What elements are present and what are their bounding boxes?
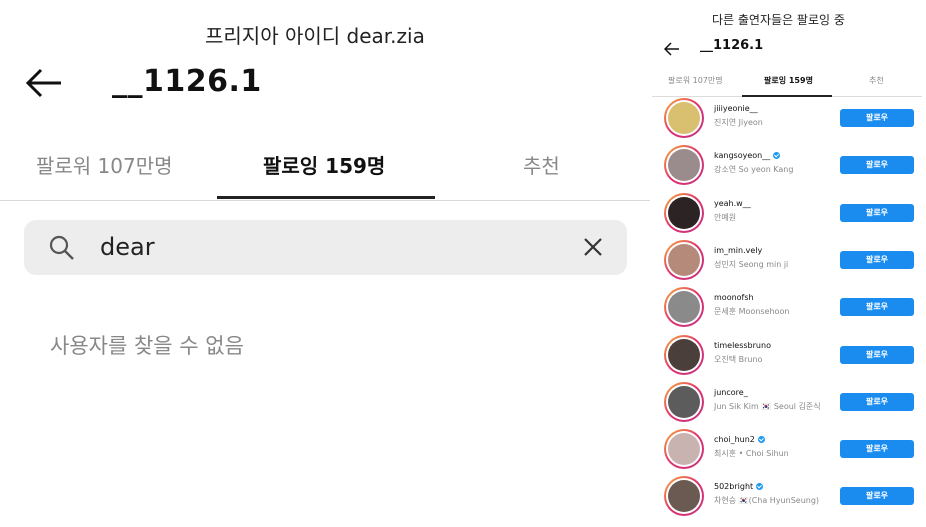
follow-button[interactable]: 팔로우 [840,345,914,364]
display-name: 성민지 Seong min ji [714,259,789,269]
verified-badge-icon [773,152,781,160]
display-name: 안예원 [714,212,737,222]
display-name: Jun Sik Kim 🇰🇷 Seoul 김준식 [714,401,821,411]
list-item[interactable]: juncore_ Jun Sik Kim 🇰🇷 Seoul 김준식 팔로우 [652,380,926,427]
display-name: 강소연 So yeon Kang [714,165,794,175]
search-input[interactable]: dear [100,233,155,261]
search-bar[interactable]: dear [24,220,627,275]
username[interactable]: yeah.w__ [714,199,751,208]
username[interactable]: 502bright [714,482,764,491]
display-name: 문세훈 Moonsehoon [714,307,790,317]
username[interactable]: choi_hun2 [714,435,765,444]
username[interactable]: kangsoyeon__ [714,151,781,160]
avatar[interactable] [664,381,704,422]
tab-followers[interactable]: 팔로워 107만명 [668,75,723,86]
follow-button[interactable]: 팔로우 [840,487,914,506]
no-results-message: 사용자를 찾을 수 없음 [50,334,244,358]
tab-following[interactable]: 팔로잉 159명 [263,150,385,179]
username[interactable]: timelessbruno [714,341,771,350]
search-icon [48,234,76,262]
list-item[interactable]: im_min.vely 성민지 Seong min ji 팔로우 [652,238,926,285]
list-item[interactable]: yeah.w__ 안예원 팔로우 [652,191,926,238]
left-caption: 프리지아 아이디 dear.zia [205,24,425,48]
follow-button[interactable]: 팔로우 [840,250,914,269]
display-name: 진지연 Jiyeon [714,118,763,127]
username[interactable]: jiiiyeonie__ [714,104,758,113]
avatar[interactable] [664,239,704,280]
list-item[interactable]: jiiiyeonie__ 진지연 Jiyeon 팔로우 [652,96,926,143]
follow-button[interactable]: 팔로우 [840,203,914,222]
back-arrow-icon[interactable] [663,41,680,56]
verified-badge-icon [757,436,765,444]
list-item[interactable]: 502bright 차현승 🇰🇷(Cha HyunSeung) 팔로우 [652,474,926,521]
username[interactable]: juncore_ [714,388,748,397]
follow-button[interactable]: 팔로우 [840,440,914,459]
tab-suggested[interactable]: 추천 [523,150,560,179]
avatar[interactable] [664,476,704,517]
avatar[interactable] [664,192,704,233]
right-caption: 다른 출연자들은 팔로잉 중 [712,13,845,27]
list-item[interactable]: timelessbruno 오진택 Bruno 팔로우 [652,333,926,380]
tab-suggested[interactable]: 추천 [869,75,884,86]
clear-icon[interactable] [581,235,605,259]
verified-badge-icon [756,483,764,491]
tab-followers[interactable]: 팔로워 107만명 [36,150,173,179]
active-tab-indicator [217,196,435,199]
follow-button[interactable]: 팔로우 [840,156,914,175]
tab-following[interactable]: 팔로잉 159명 [764,75,813,86]
display-name: 최시훈 • Choi Sihun [714,449,789,459]
avatar[interactable] [664,287,704,328]
avatar[interactable] [664,429,704,470]
avatar[interactable] [664,145,704,186]
left-screenshot: 프리지아 아이디 dear.zia __1126.1 팔로워 107만명 팔로잉… [0,0,650,527]
right-screenshot: 다른 출연자들은 팔로잉 중 __1126.1 팔로워 107만명 팔로잉 15… [652,0,926,527]
list-item[interactable]: choi_hun2 최시훈 • Choi Sihun 팔로우 [652,427,926,474]
tab-bar: 팔로워 107만명 팔로잉 159명 추천 [652,68,922,97]
display-name: 차현승 🇰🇷(Cha HyunSeung) [714,496,820,506]
follow-button[interactable]: 팔로우 [840,298,914,317]
avatar[interactable] [664,98,704,138]
tab-bar: 팔로워 107만명 팔로잉 159명 추천 [0,138,650,201]
follow-button[interactable]: 팔로우 [840,392,914,411]
back-arrow-icon[interactable] [25,66,65,100]
follow-button[interactable]: 팔로우 [840,109,914,127]
display-name: 오진택 Bruno [714,354,763,364]
username[interactable]: moonofsh [714,293,754,302]
avatar[interactable] [664,334,704,375]
list-item[interactable]: moonofsh 문세훈 Moonsehoon 팔로우 [652,285,926,332]
username[interactable]: im_min.vely [714,246,762,255]
list-item[interactable]: kangsoyeon__ 강소연 So yeon Kang 팔로우 [652,143,926,190]
profile-handle: __1126.1 [700,38,764,53]
profile-handle: __1126.1 [112,64,262,99]
